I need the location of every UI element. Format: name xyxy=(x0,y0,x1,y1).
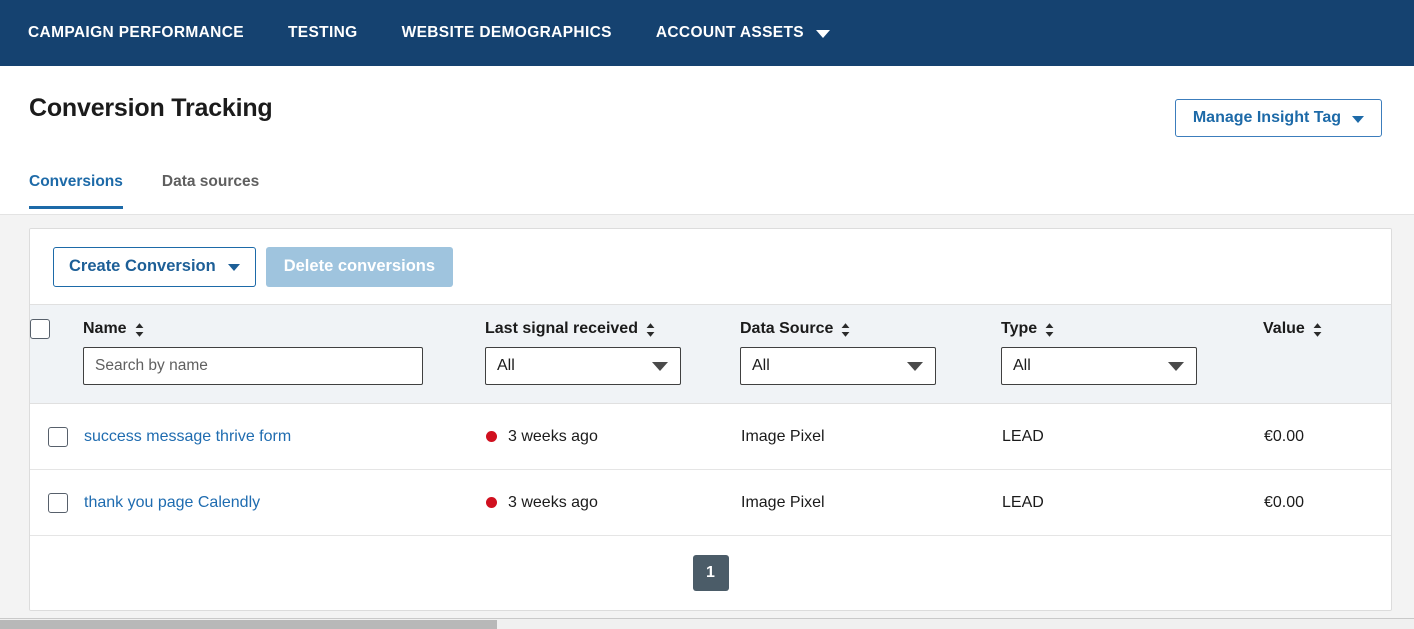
tab-label: Data sources xyxy=(161,173,260,190)
filter-spacer xyxy=(30,347,83,404)
delete-conversions-button: Delete conversions xyxy=(265,246,454,287)
sort-icon xyxy=(1312,322,1323,338)
content-area: Create Conversion Delete conversions Nam… xyxy=(0,215,1414,623)
nav-label: TESTING xyxy=(287,24,358,41)
row-name-cell: success message thrive form xyxy=(83,403,485,470)
row-select-cell xyxy=(30,403,83,470)
filter-data-source-cell: All xyxy=(740,347,1001,404)
column-label: Data Source xyxy=(740,320,834,337)
row-value-cell: €0.00 xyxy=(1263,469,1391,536)
nav-label: CAMPAIGN PERFORMANCE xyxy=(28,24,244,41)
nav-label: ACCOUNT ASSETS xyxy=(655,24,804,41)
select-value: All xyxy=(1013,357,1031,374)
table-row: success message thrive form 3 weeks ago … xyxy=(30,403,1391,470)
table-row: thank you page Calendly 3 weeks ago Imag… xyxy=(30,469,1391,536)
sort-icon xyxy=(645,322,656,338)
conversions-table: Name Last signal received Data Source Ty… xyxy=(30,304,1391,536)
table-header-row: Name Last signal received Data Source Ty… xyxy=(30,304,1391,347)
table-head: Name Last signal received Data Source Ty… xyxy=(30,304,1391,404)
top-navigation-bar: CAMPAIGN PERFORMANCE TESTING WEBSITE DEM… xyxy=(0,0,1414,66)
horizontal-scrollbar[interactable] xyxy=(0,618,1414,629)
sort-icon xyxy=(1044,322,1055,338)
select-value: All xyxy=(497,357,515,374)
row-last-signal-cell: 3 weeks ago xyxy=(485,469,740,536)
row-type-cell: LEAD xyxy=(1001,403,1263,470)
create-conversion-label: Create Conversion xyxy=(69,257,216,275)
nav-item-campaign-performance[interactable]: CAMPAIGN PERFORMANCE xyxy=(28,24,244,42)
type-filter-select[interactable]: All xyxy=(1001,347,1197,385)
page-header: Conversion Tracking Manage Insight Tag xyxy=(0,66,1414,163)
sort-icon xyxy=(840,322,851,338)
chevron-down-icon xyxy=(227,264,240,271)
last-signal-filter-select[interactable]: All xyxy=(485,347,681,385)
filter-value-cell xyxy=(1263,347,1391,404)
nav-item-testing[interactable]: TESTING xyxy=(288,24,358,42)
page-title: Conversion Tracking xyxy=(29,94,273,122)
column-label: Type xyxy=(1001,320,1038,337)
conversion-name-link[interactable]: thank you page Calendly xyxy=(84,494,260,511)
status-dot-icon xyxy=(486,431,497,442)
row-select-cell xyxy=(30,469,83,536)
table-body: success message thrive form 3 weeks ago … xyxy=(30,403,1391,536)
chevron-down-icon xyxy=(1352,115,1364,123)
status-dot-icon xyxy=(486,497,497,508)
select-value: All xyxy=(752,357,770,374)
column-label: Name xyxy=(83,320,127,337)
last-signal-text: 3 weeks ago xyxy=(508,493,598,511)
select-all-checkbox[interactable] xyxy=(30,319,50,339)
create-conversion-button[interactable]: Create Conversion xyxy=(53,246,256,287)
page-button-1[interactable]: 1 xyxy=(692,555,729,591)
table-toolbar: Create Conversion Delete conversions xyxy=(30,229,1391,304)
column-header-type[interactable]: Type xyxy=(1001,304,1263,347)
table-filter-row: All All xyxy=(30,347,1391,404)
delete-conversions-label: Delete conversions xyxy=(283,257,436,275)
row-value-cell: €0.00 xyxy=(1263,403,1391,470)
manage-insight-tag-button[interactable]: Manage Insight Tag xyxy=(1174,99,1382,137)
sort-icon xyxy=(134,322,145,338)
filter-type-cell: All xyxy=(1001,347,1263,404)
row-type-cell: LEAD xyxy=(1001,469,1263,536)
nav-item-account-assets[interactable]: ACCOUNT ASSETS xyxy=(656,24,830,42)
column-header-last-signal-received[interactable]: Last signal received xyxy=(485,304,740,347)
chevron-down-icon xyxy=(815,30,830,38)
column-label: Value xyxy=(1263,320,1305,337)
column-header-data-source[interactable]: Data Source xyxy=(740,304,1001,347)
filter-last-signal-cell: All xyxy=(485,347,740,404)
row-data-source-cell: Image Pixel xyxy=(740,403,1001,470)
tab-conversions[interactable]: Conversions xyxy=(29,163,123,209)
nav-item-website-demographics[interactable]: WEBSITE DEMOGRAPHICS xyxy=(402,24,612,42)
row-last-signal-cell: 3 weeks ago xyxy=(485,403,740,470)
horizontal-scrollbar-thumb[interactable] xyxy=(0,620,497,629)
filter-name-cell xyxy=(83,347,485,404)
row-checkbox[interactable] xyxy=(48,426,68,447)
column-label: Last signal received xyxy=(485,320,638,337)
column-header-name[interactable]: Name xyxy=(83,304,485,347)
search-by-name-input[interactable] xyxy=(83,347,423,385)
last-signal-text: 3 weeks ago xyxy=(508,427,598,445)
tab-label: Conversions xyxy=(29,173,123,190)
tab-bar: Conversions Data sources xyxy=(0,163,1414,215)
column-header-value[interactable]: Value xyxy=(1263,304,1391,347)
row-checkbox[interactable] xyxy=(48,492,68,513)
conversion-name-link[interactable]: success message thrive form xyxy=(84,428,291,445)
data-source-filter-select[interactable]: All xyxy=(740,347,936,385)
row-data-source-cell: Image Pixel xyxy=(740,469,1001,536)
tab-data-sources[interactable]: Data sources xyxy=(162,163,259,209)
pagination-bar: 1 xyxy=(30,536,1391,610)
nav-label: WEBSITE DEMOGRAPHICS xyxy=(401,24,612,41)
conversions-card: Create Conversion Delete conversions Nam… xyxy=(29,228,1392,611)
select-all-header xyxy=(30,304,83,347)
manage-insight-tag-label: Manage Insight Tag xyxy=(1192,109,1341,126)
row-name-cell: thank you page Calendly xyxy=(83,469,485,536)
